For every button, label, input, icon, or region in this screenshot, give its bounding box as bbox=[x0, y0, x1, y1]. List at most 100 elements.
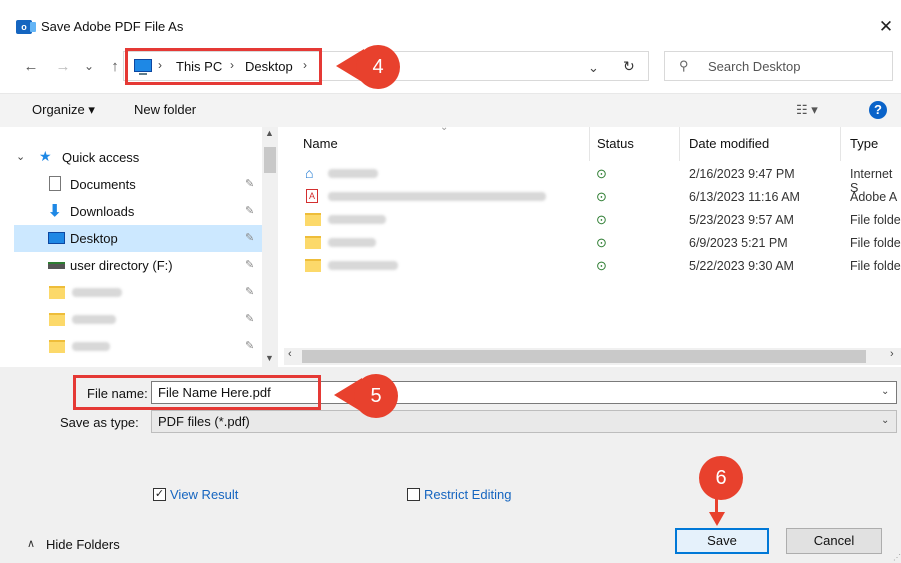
folder-icon bbox=[305, 213, 321, 226]
column-divider bbox=[679, 127, 680, 161]
pin-icon[interactable]: ✎ bbox=[245, 258, 254, 271]
save-type-value: PDF files (*.pdf) bbox=[158, 414, 250, 429]
refresh-icon[interactable]: ↻ bbox=[623, 58, 635, 75]
nav-scrollbar-thumb[interactable] bbox=[264, 147, 276, 173]
hide-folders-button[interactable]: Hide Folders bbox=[46, 537, 120, 552]
search-icon: ⚲ bbox=[679, 58, 689, 73]
type-cell: File folde bbox=[850, 259, 901, 273]
step-6-arrow-head bbox=[709, 512, 725, 526]
status-synced-icon: ⊙ bbox=[596, 258, 607, 273]
help-icon[interactable]: ? bbox=[869, 101, 887, 119]
column-header-name[interactable]: Name bbox=[303, 136, 338, 151]
pin-icon[interactable]: ✎ bbox=[245, 312, 254, 325]
sidebar-item-label: user directory (F:) bbox=[70, 258, 173, 273]
column-header-status[interactable]: Status bbox=[597, 136, 634, 151]
step-6-badge: 6 bbox=[699, 456, 743, 500]
sidebar-item-quick-access[interactable]: ⌄ ★ Quick access bbox=[14, 144, 262, 171]
restrict-editing-label[interactable]: Restrict Editing bbox=[424, 487, 511, 502]
drive-icon bbox=[48, 262, 65, 269]
scroll-down-icon[interactable]: ▼ bbox=[265, 353, 274, 363]
sidebar-item-blurred[interactable]: ✎ bbox=[14, 306, 262, 333]
pin-icon[interactable]: ✎ bbox=[245, 204, 254, 217]
resize-grip-icon[interactable]: ⋰ bbox=[893, 553, 901, 562]
navigation-pane: ⌄ ★ Quick access Documents ✎ ⬇ Downloads… bbox=[14, 127, 278, 367]
desktop-icon bbox=[48, 232, 65, 244]
table-row[interactable]: ⊙ 6/9/2023 5:21 PM File folde bbox=[284, 233, 901, 252]
pin-icon[interactable]: ✎ bbox=[245, 339, 254, 352]
status-synced-icon: ⊙ bbox=[596, 212, 607, 227]
table-row[interactable]: ⊙ 5/23/2023 9:57 AM File folde bbox=[284, 210, 901, 229]
scroll-right-icon[interactable]: › bbox=[890, 348, 894, 360]
date-modified-cell: 5/22/2023 9:30 AM bbox=[689, 259, 794, 273]
blurred-filename bbox=[328, 169, 378, 178]
address-dropdown-icon[interactable]: ⌄ bbox=[588, 60, 599, 76]
sidebar-item-user-directory[interactable]: user directory (F:) ✎ bbox=[14, 252, 262, 279]
documents-icon bbox=[49, 176, 61, 191]
table-row[interactable]: A ⊙ 6/13/2023 11:16 AM Adobe A bbox=[284, 187, 901, 206]
file-name-highlight-box bbox=[73, 375, 321, 410]
view-result-label[interactable]: View Result bbox=[170, 487, 238, 502]
folder-icon bbox=[49, 286, 65, 299]
restrict-editing-checkbox[interactable] bbox=[407, 488, 420, 501]
shortcut-icon: ⌂ bbox=[305, 165, 314, 181]
blurred-filename bbox=[328, 192, 546, 201]
blurred-filename bbox=[328, 238, 376, 247]
save-type-dropdown-icon[interactable]: ⌄ bbox=[881, 415, 889, 426]
sidebar-item-blurred[interactable]: ✎ bbox=[14, 333, 262, 360]
sidebar-item-label: Desktop bbox=[70, 231, 118, 246]
forward-arrow-icon[interactable]: → bbox=[52, 56, 74, 78]
file-list-scrollbar-thumb[interactable] bbox=[302, 350, 866, 363]
scroll-up-icon[interactable]: ▲ bbox=[265, 128, 274, 138]
save-button[interactable]: Save bbox=[675, 528, 769, 554]
blurred-label bbox=[72, 342, 110, 351]
type-cell: File folde bbox=[850, 236, 901, 250]
expand-chevron-icon[interactable]: ⌄ bbox=[16, 150, 25, 163]
address-highlight-box bbox=[125, 48, 322, 85]
view-result-checkbox[interactable]: ✓ bbox=[153, 488, 166, 501]
sidebar-item-downloads[interactable]: ⬇ Downloads ✎ bbox=[14, 198, 262, 225]
table-row[interactable]: ⊙ 5/22/2023 9:30 AM File folde bbox=[284, 256, 901, 275]
back-arrow-icon[interactable]: ← bbox=[20, 56, 42, 78]
table-row[interactable]: ⌂ ⊙ 2/16/2023 9:47 PM Internet S bbox=[284, 164, 901, 195]
type-cell: Adobe A bbox=[850, 190, 898, 204]
recent-locations-icon[interactable]: ⌄ bbox=[78, 55, 100, 77]
hide-folders-chevron-icon[interactable]: ∧ bbox=[27, 537, 35, 550]
app-icon: o bbox=[16, 20, 36, 34]
new-folder-button[interactable]: New folder bbox=[134, 102, 196, 117]
sidebar-item-desktop[interactable]: Desktop ✎ bbox=[14, 225, 262, 252]
downloads-icon: ⬇ bbox=[48, 203, 62, 220]
view-options-icon[interactable]: ☷ ▾ bbox=[796, 102, 818, 118]
sidebar-item-label: Documents bbox=[70, 177, 136, 192]
blurred-filename bbox=[328, 215, 386, 224]
file-name-dropdown-icon[interactable]: ⌄ bbox=[881, 386, 889, 397]
column-divider bbox=[840, 127, 841, 161]
date-modified-cell: 6/9/2023 5:21 PM bbox=[689, 236, 788, 250]
pin-icon[interactable]: ✎ bbox=[245, 177, 254, 190]
step-4-badge: 4 bbox=[356, 45, 400, 89]
organize-button[interactable]: Organize ▾ bbox=[32, 102, 95, 118]
pdf-icon: A bbox=[306, 189, 318, 203]
close-icon[interactable]: ✕ bbox=[873, 14, 899, 40]
cancel-button[interactable]: Cancel bbox=[786, 528, 882, 554]
column-header-type[interactable]: Type bbox=[850, 136, 878, 151]
folder-icon bbox=[305, 259, 321, 272]
blurred-filename bbox=[328, 261, 398, 270]
sidebar-item-blurred[interactable]: ✎ bbox=[14, 279, 262, 306]
column-header-date-modified[interactable]: Date modified bbox=[689, 136, 769, 151]
date-modified-cell: 5/23/2023 9:57 AM bbox=[689, 213, 794, 227]
app-icon-letter: o bbox=[21, 22, 27, 32]
pin-icon[interactable]: ✎ bbox=[245, 231, 254, 244]
status-synced-icon: ⊙ bbox=[596, 235, 607, 250]
search-placeholder: Search Desktop bbox=[708, 59, 801, 74]
pin-icon[interactable]: ✎ bbox=[245, 285, 254, 298]
column-divider bbox=[589, 127, 590, 161]
folder-icon bbox=[49, 313, 65, 326]
status-synced-icon: ⊙ bbox=[596, 189, 607, 204]
scroll-left-icon[interactable]: ‹ bbox=[288, 348, 292, 360]
sidebar-item-documents[interactable]: Documents ✎ bbox=[14, 171, 262, 198]
star-icon: ★ bbox=[39, 148, 52, 164]
save-type-select[interactable] bbox=[151, 410, 897, 433]
window-title: Save Adobe PDF File As bbox=[41, 19, 184, 34]
step-5-badge: 5 bbox=[354, 374, 398, 418]
sort-indicator-icon: ⌄ bbox=[440, 122, 449, 133]
